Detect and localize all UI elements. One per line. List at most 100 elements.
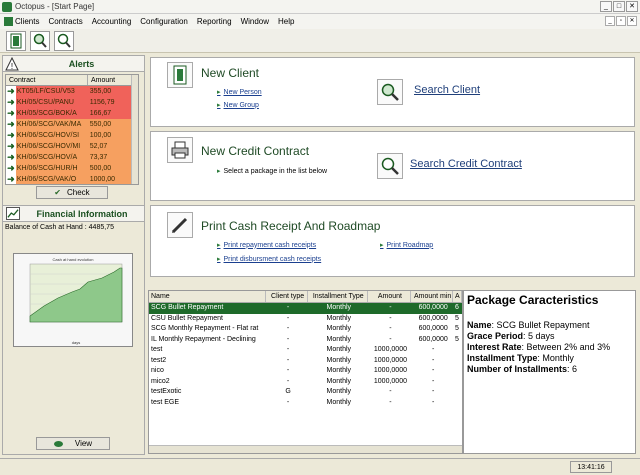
print-repayment-link[interactable]: Print repayment cash receipts bbox=[217, 241, 317, 249]
package-cell: Monthly bbox=[326, 388, 352, 395]
menu-clients[interactable]: Clients bbox=[4, 17, 39, 26]
menu-accounting[interactable]: Accounting bbox=[92, 17, 132, 26]
package-row[interactable]: test2 - Monthly 1000,0000 - bbox=[149, 356, 462, 367]
alert-contract: KH/06/SCG/HUR/H bbox=[15, 163, 87, 174]
pen-icon bbox=[171, 217, 188, 234]
package-cell bbox=[453, 366, 462, 377]
magnifier-icon bbox=[381, 83, 399, 101]
package-cell: 5 bbox=[455, 335, 459, 343]
package-cell: 1000,0000 bbox=[373, 356, 407, 364]
package-cell: 1000,0000 bbox=[373, 377, 407, 385]
print-roadmap-link[interactable]: Print Roadmap bbox=[380, 241, 434, 249]
alert-row[interactable]: ➜ KH/06/SCG/HUR/H 500,00 bbox=[6, 163, 138, 174]
alert-row[interactable]: ➜ KH/06/SCG/VAK/O 1000,00 bbox=[6, 174, 138, 184]
menu-reporting[interactable]: Reporting bbox=[197, 17, 232, 26]
mdi-restore-icon[interactable]: ▫ bbox=[616, 16, 626, 26]
package-row[interactable]: mico2 - Monthly 1000,0000 - bbox=[149, 377, 462, 388]
menu-contracts[interactable]: Contracts bbox=[48, 17, 82, 26]
package-cell: 600,0000 bbox=[418, 314, 448, 322]
alert-row[interactable]: ➜ KH/05/CSU/PANU 1156,79 bbox=[6, 97, 138, 108]
col-amount[interactable]: Amount bbox=[88, 75, 132, 85]
menu-window[interactable]: Window bbox=[241, 17, 269, 26]
minimize-icon[interactable]: _ bbox=[600, 1, 612, 12]
package-cell: - bbox=[389, 314, 392, 322]
arrow-icon: ➜ bbox=[6, 119, 16, 130]
window-controls: _ □ ✕ bbox=[600, 1, 638, 12]
mdi-minimize-icon[interactable]: _ bbox=[605, 16, 615, 26]
search-contract-icon[interactable] bbox=[377, 153, 403, 179]
package-row[interactable]: SCG Bullet Repayment - Monthly - 600,0000 6 bbox=[149, 303, 462, 314]
package-row[interactable]: IL Monthly Repayment - Declining - Monthly… bbox=[149, 335, 462, 346]
print-disbursment-link[interactable]: Print disbursment cash receipts bbox=[217, 255, 322, 263]
chart-xlabel: days bbox=[72, 340, 80, 345]
package-row[interactable]: testExotic G Monthly - - bbox=[149, 387, 462, 398]
col-amount-min[interactable]: Amount min bbox=[411, 291, 454, 302]
print-icon[interactable] bbox=[167, 212, 193, 238]
menu-configuration[interactable]: Configuration bbox=[140, 17, 188, 26]
alert-row[interactable]: ➜ KH/06/SCG/HOV/SI 100,00 bbox=[6, 130, 138, 141]
new-client-panel: New Client New Person New Group Search C… bbox=[150, 57, 635, 127]
view-button[interactable]: View bbox=[36, 437, 110, 450]
packages-hscrollbar[interactable] bbox=[149, 445, 462, 453]
person-card-icon bbox=[173, 65, 187, 85]
package-row[interactable]: nico - Monthly 1000,0000 - bbox=[149, 366, 462, 377]
alert-contract: KH/06/SCG/HOV/MI bbox=[15, 141, 87, 152]
check-button[interactable]: ✔ Check bbox=[36, 186, 108, 199]
package-row[interactable]: test - Monthly 1000,0000 - bbox=[149, 345, 462, 356]
package-rows: SCG Bullet Repayment - Monthly - 600,0000 6 CS… bbox=[149, 303, 462, 408]
title-bar: Octopus - [Start Page] _ □ ✕ bbox=[0, 0, 640, 14]
svg-text:!: ! bbox=[11, 62, 13, 71]
chart-title: Cash at hand evolution bbox=[53, 257, 94, 262]
new-credit-icon[interactable] bbox=[167, 137, 193, 163]
search-client-link[interactable]: Search Client bbox=[414, 84, 480, 96]
close-icon[interactable]: ✕ bbox=[626, 1, 638, 12]
packages-table[interactable]: Name Client type Installment Type Amount… bbox=[148, 290, 463, 454]
package-cell: 6 bbox=[455, 304, 459, 311]
package-cell: - bbox=[286, 335, 290, 343]
alert-row[interactable]: ➜ KH/06/SCG/VAK/MA 550,00 bbox=[6, 119, 138, 130]
search-client-icon[interactable] bbox=[377, 79, 403, 105]
arrow-icon: ➜ bbox=[6, 108, 16, 119]
alerts-table[interactable]: Contract Amount ➜ KT05/LF/CSU/V53 355,00 ➜ K… bbox=[5, 74, 139, 185]
package-row[interactable]: test EGE - Monthly - - bbox=[149, 398, 462, 409]
mdi-close-icon[interactable]: ✕ bbox=[627, 16, 637, 26]
package-row[interactable]: SCG Monthly Repayment - Flat rat - Monthly… bbox=[149, 324, 462, 335]
menu-help[interactable]: Help bbox=[278, 17, 294, 26]
toolbar bbox=[0, 29, 640, 53]
package-cell: Monthly bbox=[326, 356, 352, 364]
package-cell: G bbox=[285, 388, 291, 395]
maximize-icon[interactable]: □ bbox=[613, 1, 625, 12]
financial-header: Financial Information bbox=[3, 205, 144, 222]
col-a[interactable]: A bbox=[453, 291, 462, 302]
search-client-toolbar-button[interactable] bbox=[30, 30, 50, 51]
alert-row[interactable]: ➜ KH/06/SCG/HOV/MI 52,07 bbox=[6, 141, 138, 152]
alert-contract: KH/05/SCG/BOK/A bbox=[15, 108, 87, 119]
alert-row[interactable]: ➜ KH/06/SCG/HOV/A 73,37 bbox=[6, 152, 138, 163]
col-installment-type[interactable]: Installment Type bbox=[308, 291, 368, 302]
package-cell bbox=[453, 345, 462, 356]
col-contract[interactable]: Contract bbox=[6, 75, 88, 85]
package-cell bbox=[453, 377, 462, 388]
arrow-icon: ➜ bbox=[6, 130, 16, 141]
package-cell: 600,0000 bbox=[418, 304, 448, 311]
col-name[interactable]: Name bbox=[149, 291, 267, 302]
warning-icon: ! bbox=[5, 56, 19, 71]
alert-row[interactable]: ➜ KT05/LF/CSU/V53 355,00 bbox=[6, 86, 138, 97]
package-cell: SCG Bullet Repayment bbox=[151, 304, 224, 311]
new-client-icon[interactable] bbox=[167, 62, 193, 88]
package-cell: mico2 bbox=[151, 377, 170, 385]
alerts-scrollbar[interactable] bbox=[131, 75, 138, 184]
new-client-toolbar-button[interactable] bbox=[6, 30, 26, 51]
package-cell: Monthly bbox=[326, 325, 352, 332]
col-amount[interactable]: Amount bbox=[368, 291, 412, 302]
search-contract-link[interactable]: Search Credit Contract bbox=[410, 158, 522, 170]
alert-contract: KT05/LF/CSU/V53 bbox=[15, 86, 87, 97]
alert-row[interactable]: ➜ KH/05/SCG/BOK/A 166,67 bbox=[6, 108, 138, 119]
char-installment: Installment Type: Monthly bbox=[467, 353, 574, 363]
search-contract-toolbar-button[interactable] bbox=[54, 30, 74, 51]
package-row[interactable]: CSU Bullet Repayment - Monthly - 600,0000 5 bbox=[149, 314, 462, 325]
col-client-type[interactable]: Client type bbox=[266, 291, 308, 302]
new-group-link[interactable]: New Group bbox=[217, 101, 259, 109]
package-cell: Monthly bbox=[326, 304, 352, 311]
new-person-link[interactable]: New Person bbox=[217, 88, 262, 96]
